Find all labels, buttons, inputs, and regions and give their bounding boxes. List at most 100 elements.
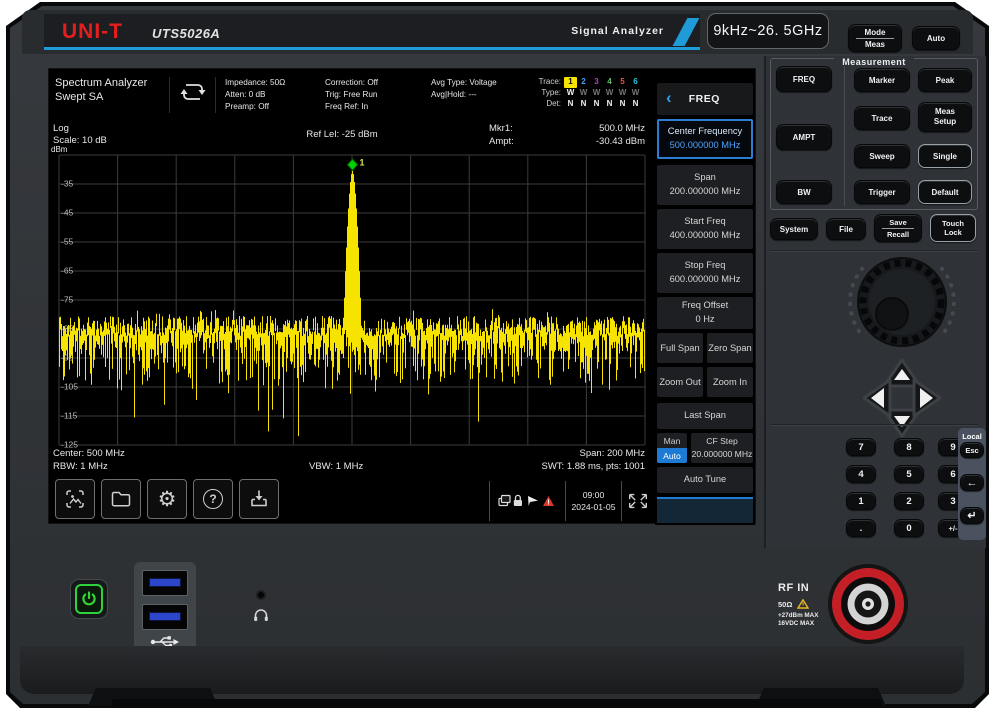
marker-key[interactable]: Marker (854, 68, 910, 92)
y-tick-label: -75 (61, 295, 74, 305)
esc-key[interactable]: Esc (960, 442, 984, 458)
left-arrow-button[interactable] (864, 380, 890, 416)
status-date: 2024-01-05 (572, 501, 616, 513)
headphone-jack (256, 590, 266, 600)
menu-item-zoom-out[interactable]: Zoom Out (657, 367, 703, 397)
rf-in-connector (822, 558, 914, 650)
y-tick-label: -35 (61, 179, 74, 189)
single-key[interactable]: Single (918, 144, 972, 168)
center-freq-annotation: Center: 500 MHz (53, 448, 125, 459)
trace-status-table: Trace: 1 2 3 4 5 6 Type: W W W W W W Det… (533, 77, 642, 110)
rf-warning-icon (797, 599, 809, 609)
menu-item-freq-offset[interactable]: Freq Offset 0 Hz (657, 297, 753, 329)
rotary-knob[interactable] (858, 258, 946, 346)
system-key[interactable]: System (770, 218, 818, 240)
model-number: UTS5026A (152, 26, 220, 41)
man-option[interactable]: Man (657, 433, 687, 448)
file-manager-button[interactable] (101, 479, 141, 519)
menu-header[interactable]: ‹ FREQ (657, 83, 753, 115)
gear-icon: ⚙ (158, 487, 177, 512)
y-tick-label: -45 (61, 208, 74, 218)
trigger-key[interactable]: Trigger (854, 180, 910, 204)
mode-meas-button[interactable]: Mode Meas (848, 24, 902, 52)
y-tick-label: -65 (61, 266, 74, 276)
menu-item-cf-step[interactable]: CF Step 20.000000 MHz (691, 433, 753, 463)
file-key[interactable]: File (826, 218, 866, 240)
menu-item-zoom-in[interactable]: Zoom In (707, 367, 753, 397)
auto-option[interactable]: Auto (657, 448, 687, 463)
default-key[interactable]: Default (918, 180, 972, 204)
frequency-range-badge: 9kHz~26. 5GHz (707, 13, 829, 49)
product-name: Signal Analyzer (571, 25, 664, 37)
average-settings-column: Avg Type: Voltage Avg|Hold: --- (431, 77, 497, 101)
status-icons: ! (497, 492, 559, 510)
key-8[interactable]: 8 (894, 438, 924, 456)
help-button[interactable]: ? (193, 479, 233, 519)
y-tick-label: -95 (61, 353, 74, 363)
amplitude-unit-label: dBm (51, 145, 67, 154)
enter-icon: ↵ (967, 509, 976, 522)
sweep-key[interactable]: Sweep (854, 144, 910, 168)
key-7[interactable]: 7 (846, 438, 876, 456)
continuous-sweep-icon[interactable] (177, 81, 209, 103)
enter-key[interactable]: ↵ (960, 507, 984, 524)
blue-slash-decoration (673, 18, 700, 46)
menu-item-value: 500.000000 MHz (670, 139, 741, 153)
measurement-column-divider (844, 66, 845, 206)
menu-item-start-freq[interactable]: Start Freq 400.000000 MHz (657, 209, 753, 249)
menu-item-auto-tune[interactable]: Auto Tune (657, 467, 753, 493)
save-recall-key[interactable]: Save Recall (874, 214, 922, 242)
meas-setup-key[interactable]: Meas Setup (918, 102, 972, 132)
menu-item-last-span[interactable]: Last Span (657, 403, 753, 429)
menu-item-zero-span[interactable]: Zero Span (707, 333, 753, 363)
rf-impedance-row: 50Ω (778, 599, 809, 609)
key-decimal[interactable]: . (846, 519, 876, 537)
cf-step-man-auto-toggle[interactable]: Man Auto (657, 433, 687, 463)
settings-button[interactable]: ⚙ (147, 479, 187, 519)
marker1-ampt-label: Ampt: (489, 136, 514, 147)
menu-item-label: Center Frequency (668, 125, 742, 139)
marker1-id-label: 1 (360, 158, 365, 168)
backspace-key[interactable]: ← (960, 474, 984, 491)
marker1-freq-label: Mkr1: (489, 123, 513, 134)
span-annotation: Span: 200 MHz (429, 448, 645, 459)
freq-key[interactable]: FREQ (776, 66, 832, 92)
rbw-annotation: RBW: 1 MHz (53, 461, 108, 472)
menu-item-span[interactable]: Span 200.000000 MHz (657, 165, 753, 205)
trace-key[interactable]: Trace (854, 106, 910, 130)
ampt-key[interactable]: AMPT (776, 124, 832, 150)
bottom-base-strip (112, 699, 882, 707)
rf-max-power: +27dBm MAX (778, 612, 818, 619)
mode-label: Mode (849, 28, 901, 37)
bw-key[interactable]: BW (776, 180, 832, 204)
auto-button[interactable]: Auto (912, 26, 960, 50)
menu-item-stop-freq[interactable]: Stop Freq 600.000000 MHz (657, 253, 753, 293)
rf-impedance: 50Ω (778, 600, 792, 609)
marker1-diamond (348, 159, 358, 170)
power-button[interactable] (70, 579, 108, 619)
fullscreen-cell[interactable] (621, 481, 653, 521)
key-5[interactable]: 5 (894, 465, 924, 483)
header-divider (169, 77, 170, 113)
touch-lock-key[interactable]: Touch Lock (930, 214, 976, 242)
key-4[interactable]: 4 (846, 465, 876, 483)
key-0[interactable]: 0 (894, 519, 924, 537)
y-tick-label: -85 (61, 324, 74, 334)
input-settings-column: Impedance: 50Ω Atten: 0 dB Preamp: Off (225, 77, 285, 113)
peak-key[interactable]: Peak (918, 68, 972, 92)
y-tick-label: -115 (61, 411, 78, 421)
screenshot-button[interactable] (55, 479, 95, 519)
key-2[interactable]: 2 (894, 492, 924, 510)
local-label: Local (958, 432, 986, 441)
right-arrow-button[interactable] (914, 380, 940, 416)
brand-logo: UNI-T (62, 20, 123, 44)
knob-dpad-cluster (830, 252, 980, 448)
menu-item-center-frequency[interactable]: Center Frequency 500.000000 MHz (657, 119, 753, 159)
menu-item-full-span[interactable]: Full Span (657, 333, 703, 363)
key-1[interactable]: 1 (846, 492, 876, 510)
save-button[interactable] (239, 479, 279, 519)
usb-port-block (134, 562, 196, 654)
signal-analyzer-front-panel: UNI-T UTS5026A Signal Analyzer 9kHz~26. … (0, 0, 995, 711)
bottom-bar (20, 646, 964, 694)
screenshot-icon (63, 487, 87, 511)
